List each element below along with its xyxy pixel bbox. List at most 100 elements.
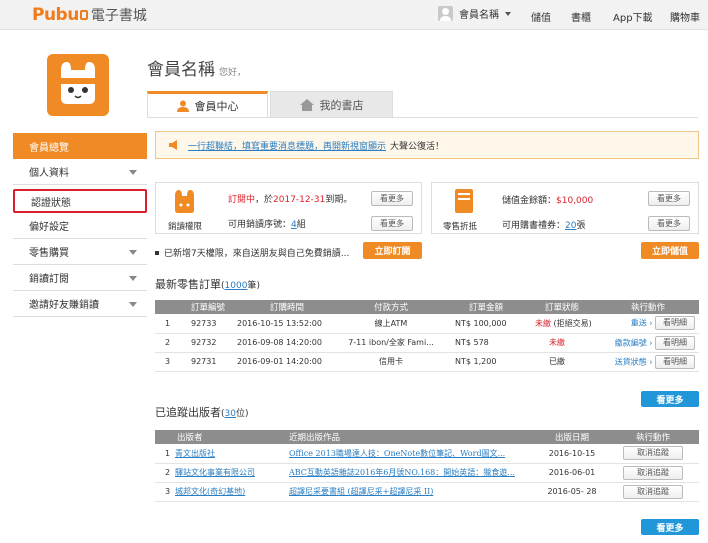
greeting: 您好， xyxy=(219,68,247,78)
table-row: 3 城邦文化(奇幻基地) 超譯尼采要書組 (超譯尼采+超譯尼采 II) 2016… xyxy=(155,482,699,502)
subscription-panel: 銷讀權限 訂閱中，於2017-12-31到期。 可用銷讀序號：4組 看更多 看更… xyxy=(155,182,422,234)
order-amount: NT$ 1,200 xyxy=(445,352,527,372)
logo-mark-icon xyxy=(79,10,88,20)
table-row: 2 92732 2016-09-08 14:20:00 7-11 ibon/全家… xyxy=(155,333,699,353)
order-time: 2016-10-15 13:52:00 xyxy=(237,314,337,334)
serial-more-button[interactable]: 看更多 xyxy=(371,216,413,231)
nav-cart[interactable]: 購物車 xyxy=(670,9,700,24)
sidebar-item-label: 邀請好友賺銷讀 xyxy=(29,300,99,311)
user-menu[interactable]: 會員名稱 xyxy=(438,6,511,21)
subscription-label: 銷讀權限 xyxy=(168,222,203,232)
column-header: 訂單編號 xyxy=(179,300,237,314)
order-action-link[interactable]: 重送 xyxy=(631,319,647,328)
coupon-count[interactable]: 20 xyxy=(565,221,576,231)
serial-label: 可用銷讀序號： xyxy=(228,220,292,230)
orders-title: 最新零售訂單(1000筆) xyxy=(155,278,260,291)
avatar[interactable] xyxy=(47,54,109,116)
sidebar: 會員總覽 個人資料 認證狀態 偏好設定 零售購買 銷讀訂閱 邀請好友賺銷讀 xyxy=(13,133,147,317)
sidebar-item-verification[interactable]: 認證狀態 xyxy=(13,189,147,213)
subscription-status: 訂閱中 xyxy=(228,195,256,205)
logo-text: Pubu xyxy=(32,5,79,25)
balance-more-button[interactable]: 看更多 xyxy=(648,191,690,206)
column-header: 付款方式 xyxy=(337,300,445,314)
column-header xyxy=(155,300,179,314)
user-icon xyxy=(438,6,453,21)
member-name: 會員名稱 xyxy=(147,60,215,80)
chevron-down-icon xyxy=(505,11,511,16)
table-row: 1 92733 2016-10-15 13:52:00 線上ATM NT$ 10… xyxy=(155,314,699,334)
mascot-icon xyxy=(61,62,95,104)
unfollow-button[interactable]: 取消追蹤 xyxy=(623,446,683,461)
sidebar-item-invite[interactable]: 邀請好友賺銷讀 xyxy=(13,291,147,317)
nav-topup[interactable]: 儲值 xyxy=(531,9,551,24)
promo-text: 已新增7天權限，來自送朋友與自己免費銷讀... xyxy=(164,249,350,259)
sidebar-item-label: 偏好設定 xyxy=(29,222,69,233)
user-name: 會員名稱 xyxy=(459,10,499,21)
date-prefix: ，於 xyxy=(255,195,274,205)
view-detail-button[interactable]: 看明細 xyxy=(655,316,695,331)
order-amount: NT$ 100,000 xyxy=(445,314,527,334)
unfollow-button[interactable]: 取消追蹤 xyxy=(623,465,683,480)
publishers-title: 已追蹤出版者(30位) xyxy=(155,406,249,419)
order-status: 未繳 xyxy=(549,338,565,347)
table-header: 出版者 近期出版作品 出版日期 執行動作 xyxy=(155,430,699,444)
order-time: 2016-09-01 14:20:00 xyxy=(237,352,337,372)
mascot-icon xyxy=(175,190,194,213)
site-logo[interactable]: Pubu 電子書城 xyxy=(32,5,147,25)
chevron-down-icon xyxy=(129,170,137,175)
publishers-more-button[interactable]: 看更多 xyxy=(641,519,699,535)
announcement-tail: 大聲公復活！ xyxy=(390,141,445,152)
unfollow-button[interactable]: 取消追蹤 xyxy=(623,484,683,499)
publishers-count[interactable]: 30 xyxy=(225,409,236,419)
sidebar-item-preferences[interactable]: 偏好設定 xyxy=(13,213,147,239)
sidebar-item-overview[interactable]: 會員總覽 xyxy=(13,133,147,159)
column-header: 出版者 xyxy=(175,430,285,444)
wallet-label: 零售折抵 xyxy=(443,222,478,232)
payment-method: 7-11 ibon/全家 Fami... xyxy=(337,333,445,353)
wallet-panel: 零售折抵 儲值金餘額：$10,000 可用購書禮券：20張 看更多 看更多 xyxy=(431,182,699,234)
tab-my-store[interactable]: 我的書店 xyxy=(270,91,393,118)
subscription-more-button[interactable]: 看更多 xyxy=(371,191,413,206)
order-id: 92731 xyxy=(179,352,237,372)
publish-date: 2016-10-15 xyxy=(537,444,607,464)
coupon-more-button[interactable]: 看更多 xyxy=(648,216,690,231)
payment-method: 信用卡 xyxy=(337,352,445,372)
table-row: 2 驛站文化事業有限公司 ABC互動英語雜誌2016年6月號NO.168：開始英… xyxy=(155,463,699,483)
publisher-name-link[interactable]: 城邦文化(奇幻基地) xyxy=(175,482,285,502)
announcement-link[interactable]: 一行超聯結，填寫重要消息標題，再開新視窗顯示 xyxy=(188,139,386,152)
order-id: 92732 xyxy=(179,333,237,353)
order-action-link[interactable]: 送貨狀態 xyxy=(615,357,647,366)
promo-text-row: 已新增7天權限，來自送朋友與自己免費銷讀... xyxy=(155,246,349,259)
view-detail-button[interactable]: 看明細 xyxy=(655,335,695,350)
recent-work-link[interactable]: 超譯尼采要書組 (超譯尼采+超譯尼采 II) xyxy=(285,482,537,502)
recent-work-link[interactable]: Office 2013職場達人技：OneNote數位筆記、Word圖文... xyxy=(285,444,537,464)
column-header: 出版日期 xyxy=(537,430,607,444)
table-row: 3 92731 2016-09-01 14:20:00 信用卡 NT$ 1,20… xyxy=(155,352,699,372)
sidebar-item-label: 會員總覽 xyxy=(29,142,69,154)
subscribe-now-button[interactable]: 立即訂閱 xyxy=(363,242,422,259)
coupon-label: 可用購書禮券： xyxy=(502,221,566,231)
sidebar-item-subscription[interactable]: 銷讀訂閱 xyxy=(13,265,147,291)
publish-date: 2016-05- 28 xyxy=(537,482,607,502)
view-detail-button[interactable]: 看明細 xyxy=(655,354,695,369)
table-header: 訂單編號 訂購時間 付款方式 訂單金額 訂單狀態 執行動作 xyxy=(155,300,699,314)
balance-value: $10,000 xyxy=(556,196,594,206)
tab-member-center[interactable]: 會員中心 xyxy=(147,91,268,118)
nav-bookshelf[interactable]: 書櫃 xyxy=(571,9,591,24)
publisher-name-link[interactable]: 驛站文化事業有限公司 xyxy=(175,463,285,483)
row-index: 2 xyxy=(155,463,175,483)
orders-count[interactable]: 1000 xyxy=(225,281,248,291)
nav-app-download[interactable]: App下載 xyxy=(613,9,653,24)
bullet-icon xyxy=(155,250,159,255)
publisher-name-link[interactable]: 青文出版社 xyxy=(175,444,285,464)
orders-more-button[interactable]: 看更多 xyxy=(641,391,699,407)
order-status: 已繳 xyxy=(549,357,565,366)
table-row: 1 青文出版社 Office 2013職場達人技：OneNote數位筆記、Wor… xyxy=(155,444,699,464)
sidebar-item-profile[interactable]: 個人資料 xyxy=(13,159,147,185)
topup-now-button[interactable]: 立即儲值 xyxy=(641,242,699,259)
book-icon xyxy=(455,189,473,213)
sidebar-item-retail[interactable]: 零售購買 xyxy=(13,239,147,265)
serial-unit: 組 xyxy=(296,220,306,230)
order-action-link[interactable]: 繳款編號 xyxy=(615,338,647,347)
recent-work-link[interactable]: ABC互動英語雜誌2016年6月號NO.168：開始英語：獵食遊... xyxy=(285,463,537,483)
